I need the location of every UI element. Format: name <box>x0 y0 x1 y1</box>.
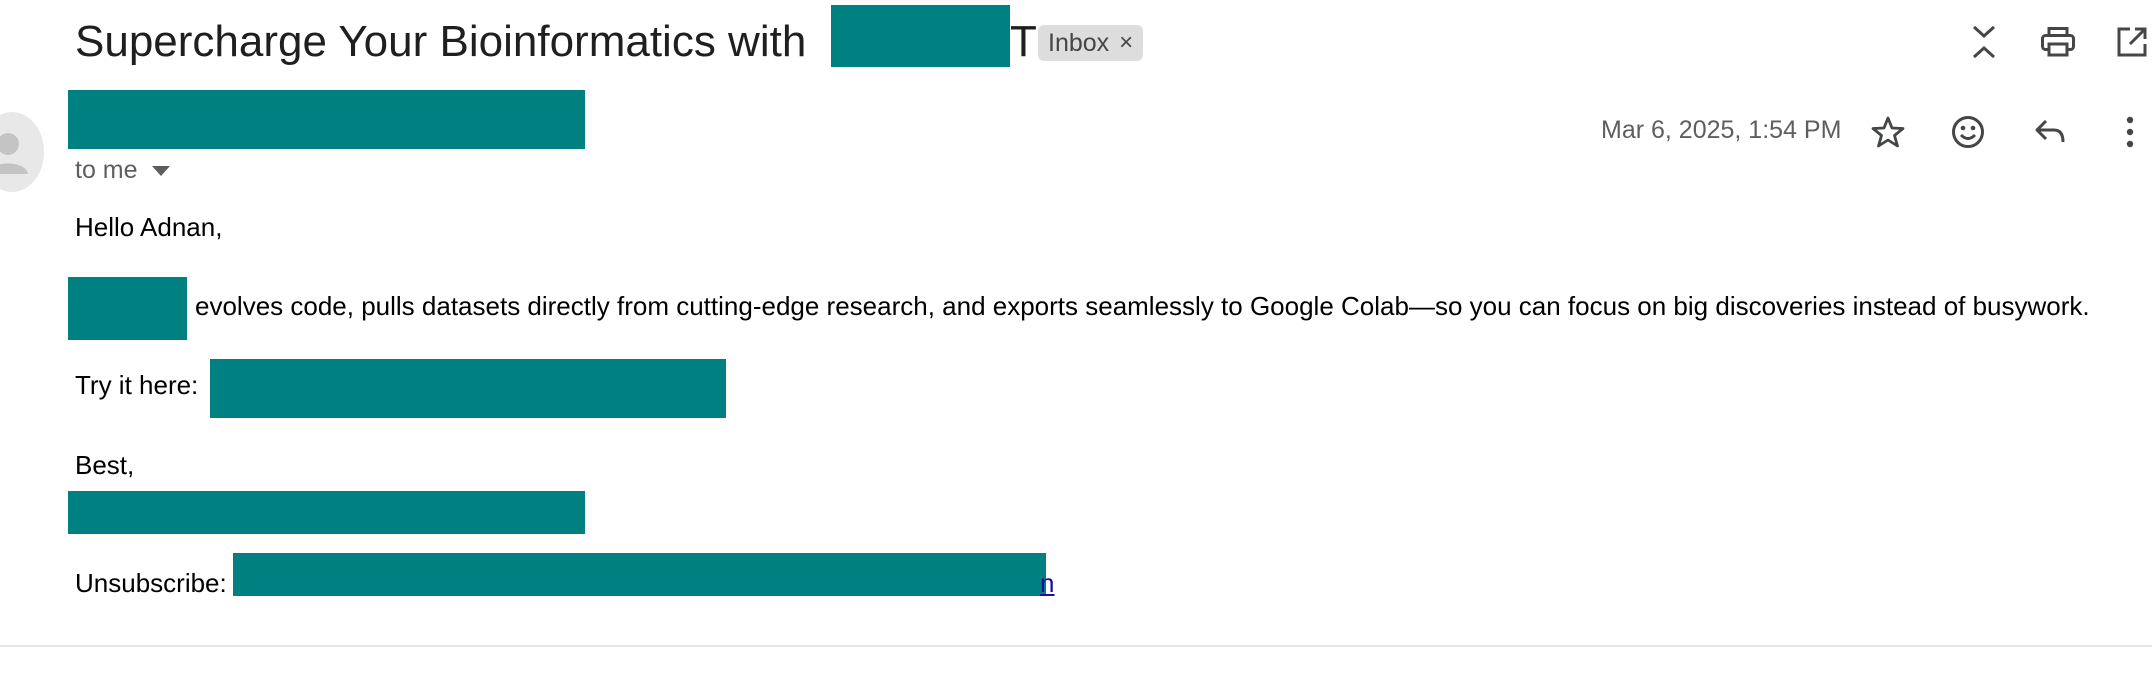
reply-button[interactable] <box>2030 112 2070 152</box>
try-label: Try it here: <box>75 370 199 400</box>
label-chip-text: Inbox <box>1048 28 1110 57</box>
body-paragraph: evolves code, pulls datasets directly fr… <box>195 291 2090 321</box>
avatar-icon <box>0 133 28 174</box>
greeting-text: Hello Adnan, <box>75 212 223 242</box>
star-button[interactable] <box>1868 112 1908 152</box>
star-icon <box>1871 116 1905 148</box>
redacted-try-link[interactable] <box>210 359 726 418</box>
signoff-text: Best, <box>75 450 135 480</box>
more-options-icon <box>2126 116 2134 148</box>
redacted-unsubscribe-link[interactable] <box>233 553 1046 596</box>
recipient-text: to me <box>75 156 138 184</box>
sender-avatar[interactable] <box>0 112 44 192</box>
subject-tail: T <box>1010 17 1037 66</box>
open-in-new-window-icon <box>2117 27 2147 57</box>
message-divider <box>0 645 2152 647</box>
redacted-product-name <box>68 277 187 340</box>
more-options-button[interactable] <box>2110 112 2150 152</box>
show-details-caret-icon[interactable] <box>151 165 170 176</box>
emoji-reaction-icon <box>1952 116 1984 148</box>
open-in-new-window-button[interactable] <box>2112 22 2152 62</box>
unsubscribe-link[interactable]: n <box>1040 568 1054 599</box>
collapse-all-button[interactable] <box>1966 22 2002 62</box>
email-date: Mar 6, 2025, 1:54 PM <box>1601 116 1842 144</box>
emoji-reaction-button[interactable] <box>1948 112 1988 152</box>
reply-icon <box>2035 119 2065 143</box>
label-chip-inbox[interactable]: Inbox × <box>1038 25 1144 61</box>
unsubscribe-label: Unsubscribe: <box>75 568 227 598</box>
email-subject: Supercharge Your Bioinformatics with <box>75 14 806 70</box>
subject-text: Supercharge Your Bioinformatics with <box>75 17 807 66</box>
redacted-signature <box>68 491 585 534</box>
collapse-all-icon <box>1972 25 1996 59</box>
redacted-sender-name <box>68 90 585 149</box>
print-icon <box>2041 27 2075 57</box>
remove-label-button[interactable]: × <box>1119 29 1133 57</box>
recipient-line: to me <box>75 156 170 185</box>
redacted-subject-name <box>831 5 1010 67</box>
email-view: Supercharge Your Bioinformatics with T I… <box>0 0 2152 674</box>
print-button[interactable] <box>2038 22 2078 62</box>
